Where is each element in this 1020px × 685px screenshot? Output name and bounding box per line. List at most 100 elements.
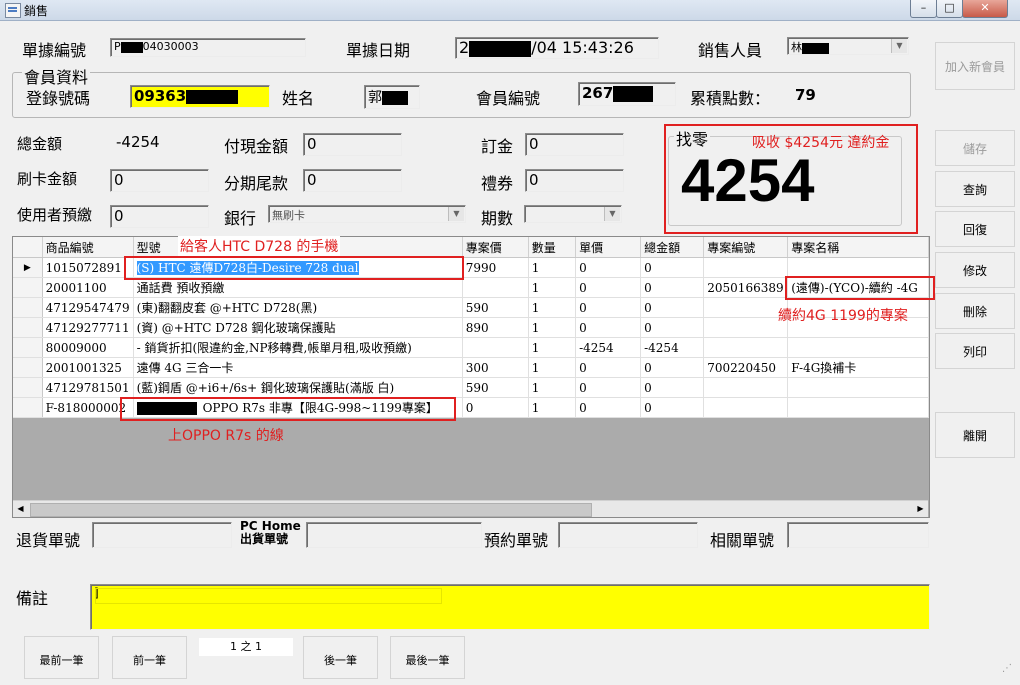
return-field[interactable] — [92, 522, 232, 548]
cell[interactable]: F-4G換補卡 — [787, 357, 929, 378]
cell[interactable]: -4254 — [640, 337, 705, 358]
cell[interactable]: 遠傳 4G 三合一卡 — [133, 357, 463, 378]
cell[interactable]: 0 — [575, 377, 642, 398]
card-field[interactable]: 0 — [110, 169, 209, 192]
modify-button[interactable]: 修改 — [935, 252, 1015, 288]
cell[interactable]: (東)翻翻皮套 @+HTC D728(黑) — [133, 297, 463, 318]
cell[interactable]: - 銷貨折扣(限違約金,NP移轉費,帳單月租,吸收預繳) — [133, 337, 463, 358]
first-record-button[interactable]: 最前一筆 — [24, 636, 99, 679]
save-button[interactable]: 儲存 — [935, 130, 1015, 166]
print-button[interactable]: 列印 — [935, 333, 1015, 369]
row-header[interactable] — [13, 397, 43, 418]
col-header[interactable]: 數量 — [528, 237, 577, 258]
col-header[interactable]: 總金額 — [640, 237, 705, 258]
cell[interactable]: 590 — [462, 297, 529, 318]
close-button[interactable]: ✕ — [962, 0, 1008, 18]
col-header[interactable]: 商品編號 — [42, 237, 134, 258]
sales-combo[interactable]: 林 ▼ — [787, 37, 909, 55]
cell[interactable]: 0 — [462, 397, 529, 418]
cell[interactable] — [787, 397, 929, 418]
cell[interactable]: 80009000 — [42, 337, 134, 358]
chevron-down-icon[interactable]: ▼ — [604, 207, 620, 221]
minimize-button[interactable]: – — [910, 0, 937, 18]
cell[interactable] — [462, 337, 529, 358]
cell[interactable]: 2050166389 — [703, 277, 789, 298]
prev-record-button[interactable]: 前一筆 — [112, 636, 187, 679]
scroll-right-icon[interactable]: ▶ — [913, 502, 928, 516]
doc-no-field[interactable]: P 04030003 — [110, 38, 306, 57]
last-record-button[interactable]: 最後一筆 — [390, 636, 465, 679]
name-field[interactable]: 郭 — [364, 85, 420, 109]
cell[interactable] — [703, 317, 789, 338]
login-field[interactable]: 09363 — [130, 85, 270, 108]
cell[interactable]: 7990 — [462, 257, 529, 278]
remark-textarea[interactable]: ] — [90, 584, 930, 630]
cell[interactable]: 1015072891 — [42, 257, 134, 278]
cell[interactable]: 0 — [640, 397, 705, 418]
cell[interactable]: 0 — [575, 277, 642, 298]
cell[interactable] — [787, 377, 929, 398]
chevron-down-icon[interactable]: ▼ — [891, 39, 907, 53]
cell[interactable]: 47129781501 — [42, 377, 134, 398]
table-row[interactable]: 80009000 - 銷貨折扣(限違約金,NP移轉費,帳單月租,吸收預繳) 1 … — [13, 337, 929, 358]
col-header[interactable]: 專案名稱 — [787, 237, 929, 258]
restore-button[interactable]: 回復 — [935, 211, 1015, 247]
cash-field[interactable]: 0 — [303, 133, 402, 156]
cell[interactable]: 47129277711 — [42, 317, 134, 338]
delete-button[interactable]: 刪除 — [935, 293, 1015, 329]
table-row[interactable]: 47129781501 (藍)鋼盾 @+i6+/6s+ 鋼化玻璃保護貼(滿版 白… — [13, 377, 929, 398]
horizontal-scrollbar[interactable]: ◀ ▶ — [13, 500, 928, 517]
cell[interactable]: 0 — [575, 297, 642, 318]
cell[interactable]: 0 — [640, 277, 705, 298]
cell[interactable]: (資) @+HTC D728 鋼化玻璃保護貼 — [133, 317, 463, 338]
cell[interactable]: 890 — [462, 317, 529, 338]
cell[interactable]: 1 — [528, 397, 577, 418]
cell[interactable]: 300 — [462, 357, 529, 378]
voucher-field[interactable]: 0 — [525, 169, 624, 192]
maximize-button[interactable]: □ — [936, 0, 963, 18]
cell[interactable] — [787, 337, 929, 358]
cell[interactable]: 1 — [528, 277, 577, 298]
cell[interactable]: 1 — [528, 337, 577, 358]
cell[interactable]: 590 — [462, 377, 529, 398]
next-record-button[interactable]: 後一筆 — [303, 636, 378, 679]
cell[interactable] — [703, 397, 789, 418]
cell[interactable]: 通話費 預收預繳 — [133, 277, 463, 298]
cell[interactable]: 0 — [575, 397, 642, 418]
col-header[interactable]: 專案編號 — [703, 237, 789, 258]
row-header[interactable] — [13, 377, 43, 398]
cell[interactable]: 700220450 — [703, 357, 789, 378]
cell[interactable]: 0 — [640, 357, 705, 378]
cell[interactable]: 2001001325 — [42, 357, 134, 378]
doc-date-field[interactable]: 2/04 15:43:26 — [455, 37, 659, 59]
member-no-field[interactable]: 267 — [578, 82, 676, 106]
row-header[interactable] — [13, 357, 43, 378]
cell[interactable]: 0 — [640, 297, 705, 318]
cell[interactable] — [787, 257, 929, 278]
add-member-button[interactable]: 加入新會員 — [935, 42, 1015, 90]
cell[interactable]: 1 — [528, 317, 577, 338]
cell[interactable] — [703, 377, 789, 398]
row-header[interactable] — [13, 297, 43, 318]
cell[interactable] — [703, 337, 789, 358]
cell[interactable]: 20001100 — [42, 277, 134, 298]
cell[interactable]: (藍)鋼盾 @+i6+/6s+ 鋼化玻璃保護貼(滿版 白) — [133, 377, 463, 398]
installment-field[interactable]: 0 — [303, 169, 402, 192]
deposit-field[interactable]: 0 — [525, 133, 624, 156]
scroll-left-icon[interactable]: ◀ — [13, 502, 28, 516]
cell[interactable]: 1 — [528, 377, 577, 398]
related-field[interactable] — [787, 522, 929, 548]
cell[interactable]: 1 — [528, 297, 577, 318]
cell[interactable] — [703, 297, 789, 318]
reserve-field[interactable] — [558, 522, 698, 548]
cell[interactable]: 1 — [528, 257, 577, 278]
query-button[interactable]: 查詢 — [935, 171, 1015, 207]
row-header[interactable] — [13, 277, 43, 298]
col-header[interactable]: 單價 — [575, 237, 642, 258]
cell[interactable] — [703, 257, 789, 278]
pchome-field[interactable] — [306, 522, 482, 548]
table-row[interactable]: 2001001325 遠傳 4G 三合一卡 300 1 0 0 70022045… — [13, 357, 929, 378]
col-header[interactable]: 專案價 — [462, 237, 529, 258]
cell[interactable]: 0 — [640, 257, 705, 278]
cell[interactable] — [462, 277, 529, 298]
